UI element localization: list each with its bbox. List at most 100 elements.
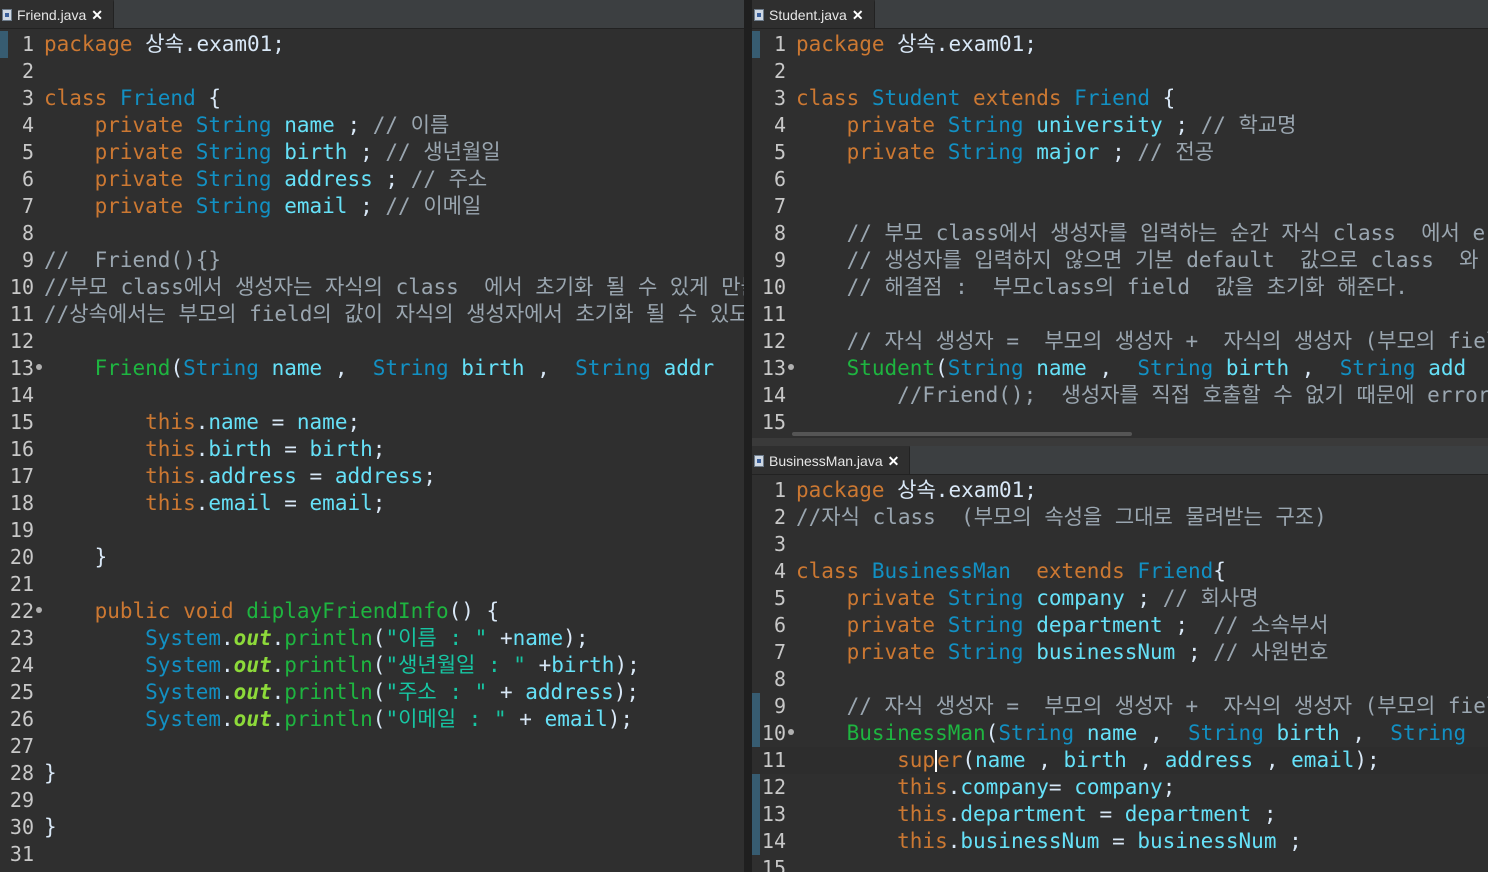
code-line[interactable]: 7 private String email ; // 이메일	[0, 193, 744, 220]
close-icon[interactable]: ✕	[888, 453, 900, 470]
code-line[interactable]: 10 BusinessMan(String name , String birt…	[752, 720, 1488, 747]
code-line[interactable]: 29	[0, 787, 744, 814]
close-icon[interactable]: ✕	[91, 7, 103, 24]
code-line[interactable]: 20 }	[0, 544, 744, 571]
code-line[interactable]: 8 // 부모 class에서 생성자를 입력하는 순간 자식 class 에서…	[752, 220, 1488, 247]
code-token: // 사원번호	[1213, 640, 1329, 664]
code-line[interactable]: 15	[752, 855, 1488, 872]
tab-businessman-java[interactable]: BusinessMan.java ✕	[752, 446, 911, 474]
horizontal-splitter[interactable]	[752, 438, 1488, 446]
code-line[interactable]: 5 private String company ; // 회사명	[752, 585, 1488, 612]
code-line[interactable]: 11	[752, 301, 1488, 328]
code-line[interactable]: 5 private String birth ; // 생년월일	[0, 139, 744, 166]
code-line[interactable]: 9 // 생성자를 입력하지 않으면 기본 default 값으로 class …	[752, 247, 1488, 274]
code-token: private	[796, 640, 948, 664]
horizontal-scrollbar[interactable]	[792, 432, 1132, 436]
code-line[interactable]: 28}	[0, 760, 744, 787]
code-text: class Friend {	[36, 85, 221, 112]
code-line[interactable]: 23 System. out. println("이름 : " + name);	[0, 625, 744, 652]
code-token: // 해결점 : 부모class의 field 값을 초기화 해준다.	[796, 275, 1408, 299]
line-number: 12	[9, 329, 34, 353]
code-line[interactable]: 22 public void diplayFriendInfo() {	[0, 598, 744, 625]
code-line[interactable]: 2 //자식 class (부모의 속성을 그대로 물려받는 구조)	[752, 504, 1488, 531]
code-line[interactable]: 10 // 해결점 : 부모class의 field 값을 초기화 해준다.	[752, 274, 1488, 301]
code-token: =	[271, 437, 310, 461]
vertical-splitter[interactable]	[744, 0, 752, 872]
code-line[interactable]: 11 super(name , birth , address , email)…	[752, 747, 1488, 774]
code-line[interactable]: 6	[752, 166, 1488, 193]
code-line[interactable]: 24 System. out. println("생년월일 : " + birth);	[0, 652, 744, 679]
code-token: String	[183, 356, 272, 380]
code-token: ;	[1124, 586, 1163, 610]
code-token: =	[1048, 775, 1075, 799]
code-text: BusinessMan(String name , String birth ,…	[788, 720, 1467, 747]
code-line[interactable]: 6 private String department ; // 소속부서	[752, 612, 1488, 639]
code-line[interactable]: 5 private String major ; // 전공	[752, 139, 1488, 166]
code-text: // 자식 생성자 = 부모의 생성자 + 자식의 생성자 (부모의 field…	[788, 693, 1488, 720]
code-line[interactable]: 11 //상속에서는 부모의 field의 값이 자식의 생성자에서 초기화 될 …	[0, 301, 744, 328]
code-line[interactable]: 30}	[0, 814, 744, 841]
code-text: this. address = address;	[36, 463, 436, 490]
friend-code-editor[interactable]: 1 package 상속.exam01; 2 3 class Friend {4 pri…	[0, 31, 744, 872]
code-line[interactable]: 14 this. businessNum = businessNum ;	[752, 828, 1488, 855]
code-line[interactable]: 13 Friend(String name , String birth , S…	[0, 355, 744, 382]
code-token: // Friend(){}	[44, 248, 222, 272]
code-line[interactable]: 15 this. name = name;	[0, 409, 744, 436]
code-line[interactable]: 14	[0, 382, 744, 409]
code-line[interactable]: 7 private String businessNum ; // 사원번호	[752, 639, 1488, 666]
code-line[interactable]: 12 this. company = company;	[752, 774, 1488, 801]
code-line[interactable]: 3	[752, 531, 1488, 558]
businessman-code-editor[interactable]: 1 package 상속.exam01; 2//자식 class (부모의 속성을 …	[752, 477, 1488, 872]
code-line[interactable]: 7	[752, 193, 1488, 220]
code-line[interactable]: 8	[0, 220, 744, 247]
code-token: ;	[1099, 140, 1138, 164]
code-line[interactable]: 8	[752, 666, 1488, 693]
code-line[interactable]: 12 // 자식 생성자 = 부모의 생성자 + 자식의 생성자 (부모의 fi…	[752, 328, 1488, 355]
code-token: private	[44, 113, 196, 137]
code-line[interactable]: 14 //Friend(); 생성자를 직접 호출할 수 없기 때문에 erro…	[752, 382, 1488, 409]
code-line[interactable]: 13 this. department = department ;	[752, 801, 1488, 828]
code-line[interactable]: 21	[0, 571, 744, 598]
code-line[interactable]: 1 package 상속.exam01;	[752, 477, 1488, 504]
student-code-editor[interactable]: 1 package 상속.exam01; 2 3 class Student exten…	[752, 31, 1488, 438]
line-number: 14	[9, 383, 34, 407]
fold-marker-icon[interactable]	[36, 364, 42, 370]
code-token: email	[208, 491, 272, 515]
code-line[interactable]: 19	[0, 517, 744, 544]
code-line[interactable]: 16 this. birth = birth;	[0, 436, 744, 463]
code-line[interactable]: 1 package 상속.exam01;	[752, 31, 1488, 58]
code-token: ,	[524, 356, 576, 380]
code-line[interactable]: 31	[0, 841, 744, 868]
code-token: add	[1428, 356, 1467, 380]
code-line[interactable]: 2	[0, 58, 744, 85]
close-icon[interactable]: ✕	[852, 7, 864, 24]
code-token: "생년월일 : "	[385, 653, 526, 677]
code-line[interactable]: 6 private String address ; // 주소	[0, 166, 744, 193]
code-line[interactable]: 10 //부모 class에서 생성자는 자식의 class 에서 초기화 될 수…	[0, 274, 744, 301]
fold-marker-icon[interactable]	[788, 729, 794, 735]
fold-marker-icon[interactable]	[788, 364, 794, 370]
line-number: 27	[9, 734, 34, 758]
code-line[interactable]: 2	[752, 58, 1488, 85]
code-line[interactable]: 4 private String name ; // 이름	[0, 112, 744, 139]
code-line[interactable]: 1 package 상속.exam01;	[0, 31, 744, 58]
fold-marker-icon[interactable]	[36, 607, 42, 613]
code-line[interactable]: 3 class Student extends Friend {	[752, 85, 1488, 112]
tab-friend-java[interactable]: Friend.java ✕	[0, 0, 114, 28]
code-line[interactable]: 25 System. out. println("주소 : " + address)…	[0, 679, 744, 706]
line-number: 6	[21, 167, 34, 191]
code-line[interactable]: 13 Student(String name , String birth , …	[752, 355, 1488, 382]
code-line[interactable]: 9 // 자식 생성자 = 부모의 생성자 + 자식의 생성자 (부모의 fie…	[752, 693, 1488, 720]
code-line[interactable]: 9 // Friend(){}	[0, 247, 744, 274]
code-line[interactable]: 3 class Friend {	[0, 85, 744, 112]
code-line[interactable]: 4 class BusinessMan extends Friend{	[752, 558, 1488, 585]
code-line[interactable]: 12	[0, 328, 744, 355]
code-line[interactable]: 27	[0, 733, 744, 760]
code-token: ,	[1025, 748, 1064, 772]
code-line[interactable]: 26 System. out. println("이메일 : " + email);	[0, 706, 744, 733]
code-line[interactable]: 4 private String university ; // 학교명	[752, 112, 1488, 139]
code-line[interactable]: 18 this. email = email;	[0, 490, 744, 517]
code-line[interactable]: 17 this. address = address;	[0, 463, 744, 490]
code-token: birth	[461, 356, 525, 380]
tab-student-java[interactable]: Student.java ✕	[752, 0, 875, 28]
